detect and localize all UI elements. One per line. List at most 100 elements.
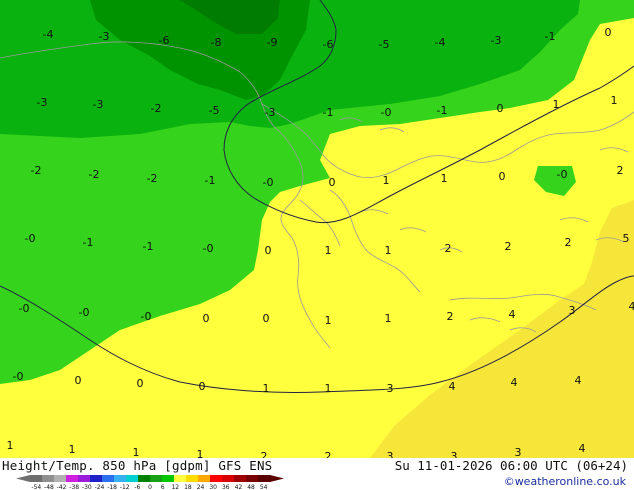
contour-label: 0 xyxy=(497,102,504,115)
contour-label: -0 xyxy=(19,302,30,315)
contour-label: -0 xyxy=(203,242,214,255)
contour-label: 4 xyxy=(629,300,634,313)
contour-label: 1 xyxy=(197,448,204,458)
legend-swatch xyxy=(138,475,151,482)
legend-swatch xyxy=(246,475,259,482)
contour-label: -0 xyxy=(141,310,152,323)
legend-tick-label: 54 xyxy=(260,484,268,490)
legend-arrow-left xyxy=(16,475,30,482)
contour-label: 1 xyxy=(7,439,14,452)
contour-label: -1 xyxy=(205,174,216,187)
contour-label: 1 xyxy=(385,312,392,325)
contour-label: 4 xyxy=(449,380,456,393)
contour-label: 1 xyxy=(385,244,392,257)
legend-tick-label: 6 xyxy=(161,484,165,490)
contour-label: 1 xyxy=(611,94,618,107)
contour-label: -2 xyxy=(147,172,158,185)
contour-label: -0 xyxy=(381,106,392,119)
legend-swatch xyxy=(54,475,67,482)
legend-tick-label: 18 xyxy=(184,484,192,490)
contour-label: -2 xyxy=(151,102,162,115)
weather-map: -4 -3 -6 -8 -9 -6 -5 -4 -3 -1 0 -3 -3 -2 -5 -3 -1 -0 -1 0 1 1… xyxy=(0,0,634,458)
legend-tick-label: 0 xyxy=(148,484,152,490)
map-footer: Height/Temp. 850 hPa [gdpm] GFS ENS Su 1… xyxy=(0,458,634,490)
contour-label: -3 xyxy=(265,106,276,119)
legend-swatch xyxy=(162,475,175,482)
credit-link[interactable]: ©weatheronline.co.uk xyxy=(504,475,626,488)
contour-label: 1 xyxy=(263,382,270,395)
legend-tick-label: -42 xyxy=(57,484,67,490)
map-title: Height/Temp. 850 hPa [gdpm] GFS ENS xyxy=(2,458,273,473)
contour-label: -0 xyxy=(263,176,274,189)
contour-label: 2 xyxy=(505,240,512,253)
legend-swatch xyxy=(66,475,79,482)
legend-tick-label: 12 xyxy=(171,484,179,490)
legend-tick-label: -24 xyxy=(95,484,105,490)
contour-label: -0 xyxy=(25,232,36,245)
valid-datetime: Su 11-01-2026 06:00 UTC (06+24) xyxy=(394,458,628,473)
contour-label: 1 xyxy=(69,443,76,456)
legend-tick-label: -18 xyxy=(107,484,117,490)
contour-label: 0 xyxy=(137,377,144,390)
legend-tick-label: 24 xyxy=(197,484,205,490)
contour-label: 0 xyxy=(265,244,272,257)
contour-label: -3 xyxy=(37,96,48,109)
legend-swatch xyxy=(30,475,43,482)
contour-label: 0 xyxy=(75,374,82,387)
legend-swatch xyxy=(258,475,271,482)
contour-label: 0 xyxy=(329,176,336,189)
contour-label: 1 xyxy=(133,446,140,458)
legend-swatch xyxy=(234,475,247,482)
legend-tick-label: 48 xyxy=(247,484,255,490)
legend-tick-label: 36 xyxy=(222,484,230,490)
contour-label: -3 xyxy=(491,34,502,47)
contour-label: 3 xyxy=(451,450,458,458)
contour-label: 0 xyxy=(203,312,210,325)
contour-label: 1 xyxy=(383,174,390,187)
contour-label: 1 xyxy=(325,314,332,327)
contour-label: -5 xyxy=(379,38,390,51)
contour-label: 1 xyxy=(441,172,448,185)
contour-label: -4 xyxy=(435,36,446,49)
contour-label: 4 xyxy=(511,376,518,389)
contour-label: -5 xyxy=(209,104,220,117)
contour-label: 2 xyxy=(617,164,624,177)
contour-label: 0 xyxy=(499,170,506,183)
contour-label: 5 xyxy=(623,232,630,245)
contour-label: 3 xyxy=(515,446,522,458)
color-scale-legend: -54 -48 -42 -38 -30 -24 -18 -12 -6 0 6 12 18 24 30 36 42… xyxy=(16,475,284,490)
legend-swatch xyxy=(210,475,223,482)
legend-tick-label: -30 xyxy=(82,484,92,490)
contour-label: 2 xyxy=(325,450,332,458)
legend-swatch xyxy=(186,475,199,482)
contour-label: -0 xyxy=(557,168,568,181)
contour-label: 0 xyxy=(263,312,270,325)
legend-swatch xyxy=(90,475,103,482)
contour-label: 1 xyxy=(325,244,332,257)
legend-tick-label: 42 xyxy=(235,484,243,490)
legend-swatch xyxy=(222,475,235,482)
legend-tick-label: 30 xyxy=(209,484,217,490)
contour-label: 3 xyxy=(569,304,576,317)
contour-label: 4 xyxy=(579,442,586,455)
contour-label: -2 xyxy=(89,168,100,181)
contour-label: -0 xyxy=(13,370,24,383)
legend-swatch xyxy=(42,475,55,482)
legend-arrow-right xyxy=(270,475,284,482)
legend-tick-label: -54 xyxy=(31,484,41,490)
contour-label: 2 xyxy=(565,236,572,249)
contour-label: -0 xyxy=(79,306,90,319)
contour-label: -1 xyxy=(545,30,556,43)
contour-label: 0 xyxy=(199,380,206,393)
contour-label: 1 xyxy=(553,98,560,111)
legend-tick-label: -12 xyxy=(120,484,130,490)
legend-swatch xyxy=(198,475,211,482)
contour-label: -1 xyxy=(143,240,154,253)
contour-label: 3 xyxy=(387,450,394,458)
contour-label: -9 xyxy=(267,36,278,49)
contour-label: 4 xyxy=(575,374,582,387)
legend-swatch xyxy=(78,475,91,482)
contour-label: 2 xyxy=(261,450,268,458)
contour-label: -6 xyxy=(159,34,170,47)
legend-swatch xyxy=(150,475,163,482)
